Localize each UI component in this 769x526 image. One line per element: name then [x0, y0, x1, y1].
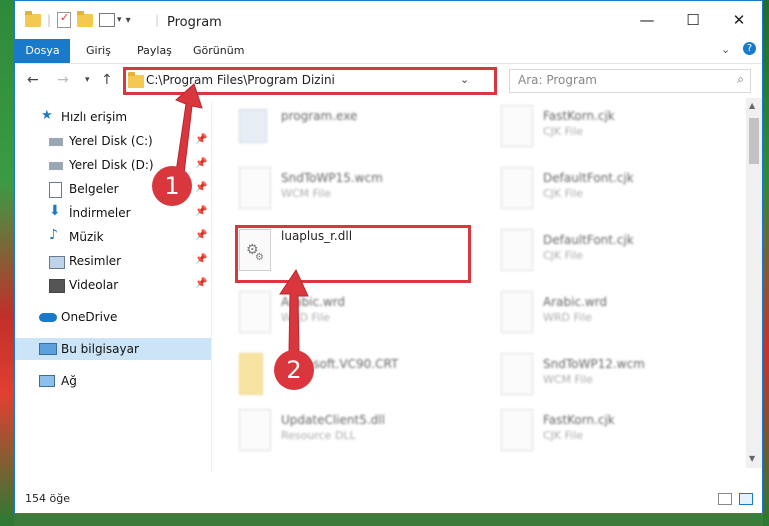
step-2-badge: 2 — [274, 350, 314, 390]
arrow-2 — [279, 268, 309, 353]
arrow-1 — [175, 83, 203, 175]
annotation-arrows — [175, 83, 309, 353]
step-1-badge: 1 — [152, 166, 192, 206]
